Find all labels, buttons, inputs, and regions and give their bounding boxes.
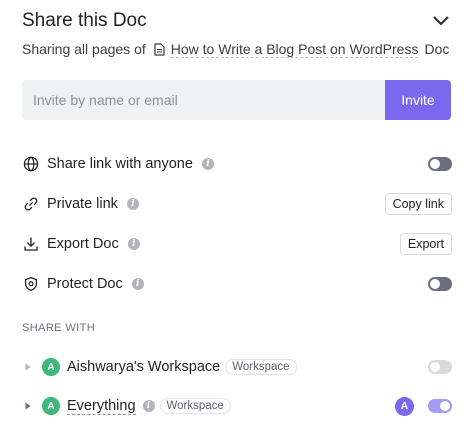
expand-caret-icon[interactable] (22, 402, 34, 410)
option-export-doc: Export Doc i Export (22, 230, 452, 258)
option-protect-doc: Protect Doc i (22, 270, 452, 298)
share-row-workspace: A Aishwarya's Workspace Workspace (22, 353, 452, 381)
globe-icon (22, 155, 40, 173)
document-icon (154, 42, 165, 56)
download-icon (22, 235, 40, 253)
invite-button[interactable]: Invite (385, 80, 451, 120)
export-button[interactable]: Export (399, 233, 452, 255)
option-private-link: Private link i Copy link (22, 190, 452, 218)
share-link-label: Share link with anyone (47, 156, 193, 172)
shield-icon (22, 275, 40, 293)
invite-input[interactable] (22, 80, 385, 120)
doc-name-link[interactable]: How to Write a Blog Post on WordPress (170, 41, 419, 58)
expand-caret-icon[interactable] (22, 363, 34, 371)
share-subtitle: Sharing all pages of How to Write a Blog… (22, 38, 449, 60)
member-avatar[interactable]: A (395, 396, 414, 416)
avatar: A (42, 397, 60, 415)
private-link-label: Private link (47, 196, 118, 212)
link-icon (22, 195, 40, 213)
subtitle-prefix: Sharing all pages of (22, 41, 146, 57)
protect-doc-label: Protect Doc (47, 276, 123, 292)
collapse-button[interactable] (430, 10, 452, 32)
workspace-tag: Workspace (225, 359, 297, 375)
chevron-down-icon (433, 16, 449, 25)
workspace-toggle[interactable] (428, 360, 452, 374)
info-icon[interactable]: i (201, 158, 214, 170)
share-row-everything: A Everything i Workspace A (22, 392, 452, 420)
everything-name[interactable]: Everything (67, 398, 136, 415)
everything-toggle[interactable] (428, 399, 452, 413)
share-with-heading: SHARE WITH (22, 322, 96, 334)
subtitle-suffix: Doc (424, 41, 450, 57)
share-title: Share this Doc (22, 10, 147, 31)
copy-link-button[interactable]: Copy link (384, 193, 452, 215)
workspace-tag: Workspace (159, 398, 231, 414)
info-icon[interactable]: i (127, 238, 140, 250)
avatar: A (42, 358, 60, 376)
info-icon[interactable]: i (126, 198, 139, 210)
export-doc-label: Export Doc (47, 236, 119, 252)
share-link-toggle[interactable] (428, 157, 452, 171)
info-icon[interactable]: i (131, 278, 144, 290)
share-header: Share this Doc (22, 8, 452, 34)
option-share-link: Share link with anyone i (22, 150, 452, 178)
invite-bar: Invite (22, 80, 451, 120)
protect-doc-toggle[interactable] (428, 277, 452, 291)
info-icon[interactable]: i (142, 400, 155, 412)
workspace-name: Aishwarya's Workspace (67, 359, 221, 375)
